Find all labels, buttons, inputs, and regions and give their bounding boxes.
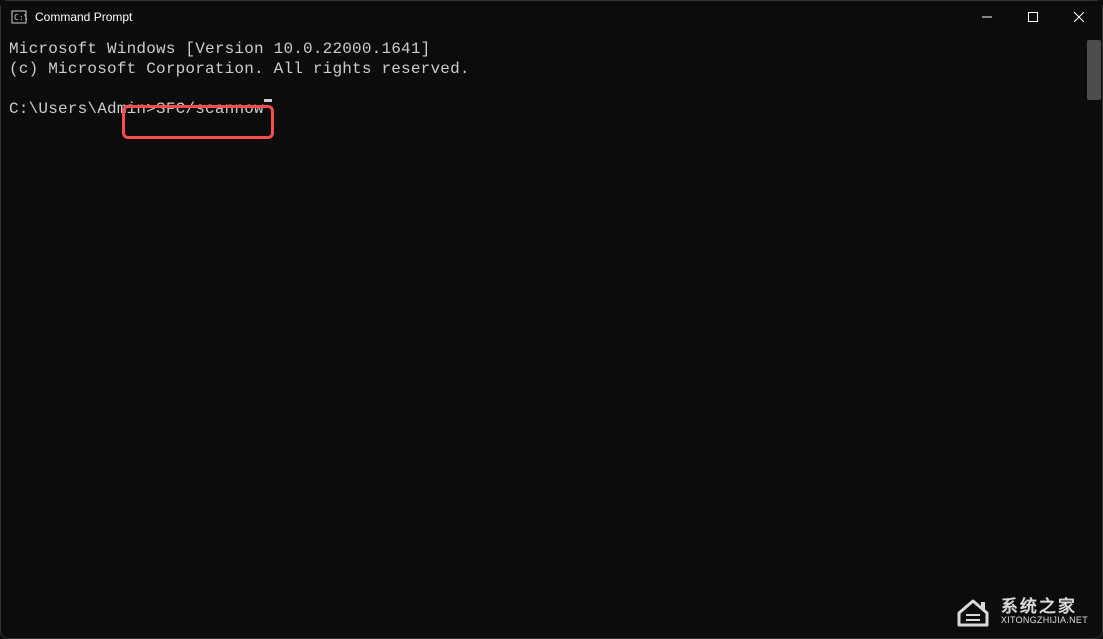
prompt-line: C:\Users\Admin>SFC/scannow xyxy=(9,99,1094,119)
prompt-path: C:\Users\Admin> xyxy=(9,99,156,119)
window-title: Command Prompt xyxy=(35,10,132,24)
command-input[interactable]: SFC/scannow xyxy=(156,99,264,119)
close-button[interactable] xyxy=(1056,1,1102,33)
watermark-text: 系统之家 XITONGZHIJIA.NET xyxy=(1001,598,1088,627)
version-line: Microsoft Windows [Version 10.0.22000.16… xyxy=(9,39,1094,59)
svg-text:C:\: C:\ xyxy=(14,13,27,22)
scrollbar-thumb[interactable] xyxy=(1087,40,1101,100)
titlebar-left: C:\ Command Prompt xyxy=(11,9,132,25)
cursor xyxy=(264,99,272,102)
maximize-button[interactable] xyxy=(1010,1,1056,33)
titlebar[interactable]: C:\ Command Prompt xyxy=(1,1,1102,33)
watermark-cn: 系统之家 xyxy=(1001,598,1088,617)
house-icon xyxy=(953,595,993,629)
copyright-line: (c) Microsoft Corporation. All rights re… xyxy=(9,59,1094,79)
cmd-icon: C:\ xyxy=(11,9,27,25)
window-controls xyxy=(964,1,1102,33)
watermark: 系统之家 XITONGZHIJIA.NET xyxy=(953,595,1088,629)
command-prompt-window: C:\ Command Prompt Microsoft Windows [Ve… xyxy=(0,0,1103,639)
terminal-body[interactable]: Microsoft Windows [Version 10.0.22000.16… xyxy=(1,33,1102,638)
watermark-en: XITONGZHIJIA.NET xyxy=(1001,616,1088,626)
minimize-button[interactable] xyxy=(964,1,1010,33)
